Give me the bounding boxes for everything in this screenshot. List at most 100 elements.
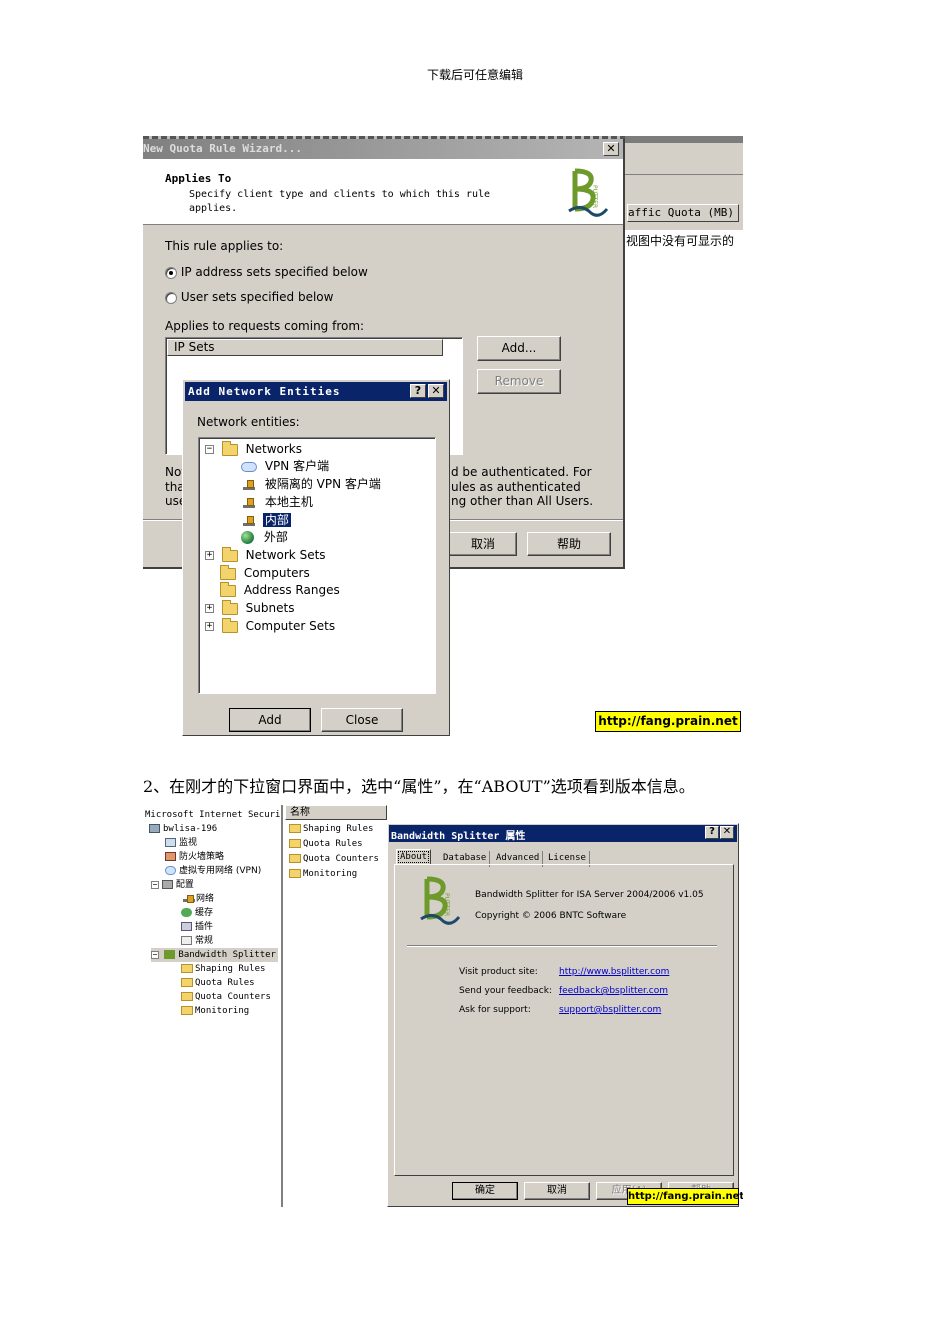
svg-text:PUTTER: PUTTER bbox=[443, 893, 450, 916]
collapse-icon[interactable]: − bbox=[205, 445, 214, 454]
add-button[interactable]: Add... bbox=[477, 336, 561, 361]
radio-ip-label: IP address sets specified below bbox=[180, 265, 368, 279]
support-link[interactable]: support@bsplitter.com bbox=[559, 1005, 661, 1015]
screenshot-1: affic Quota (MB) 视图中没有可显示的 视图中没有可显示的 New… bbox=[143, 136, 743, 736]
dialog-add-button[interactable]: Add bbox=[229, 708, 311, 732]
wizard-header: Applies To Specify client type and clien… bbox=[143, 159, 623, 225]
tree-general[interactable]: 常规 bbox=[181, 934, 213, 948]
list-item[interactable]: Shaping Rules bbox=[289, 822, 373, 836]
dialog-titlebar: Add Network Entities ? ✕ bbox=[185, 382, 447, 401]
tree-firewall-policy[interactable]: 防火墙策略 bbox=[165, 850, 224, 864]
network-icon bbox=[241, 515, 257, 527]
quota-column-header: affic Quota (MB) bbox=[627, 204, 739, 222]
tree-networks[interactable]: 网络 bbox=[181, 892, 214, 906]
about-tab-page: PUTTER Bandwidth Splitter for ISA Server… bbox=[394, 864, 734, 1176]
vpn-icon bbox=[165, 866, 176, 875]
tree-item-internal[interactable]: 内部 bbox=[241, 511, 292, 529]
tree-bandwidth-splitter[interactable]: − Bandwidth Splitter bbox=[151, 948, 278, 962]
name-column-header[interactable]: 名称 bbox=[285, 805, 387, 820]
tree-quota-counters[interactable]: Quota Counters bbox=[181, 990, 271, 1004]
tree-item-quarantined-vpn[interactable]: 被隔离的 VPN 客户端 bbox=[241, 475, 381, 493]
cancel-button[interactable]: 取消 bbox=[449, 532, 517, 556]
radio-user-sets[interactable]: User sets specified below bbox=[165, 290, 333, 304]
radio-user-label: User sets specified below bbox=[180, 290, 334, 304]
watermark-1: http://fang.prain.net bbox=[595, 711, 741, 732]
tree-shaping-rules[interactable]: Shaping Rules bbox=[181, 962, 265, 976]
help-icon[interactable]: ? bbox=[705, 826, 719, 839]
network-icon bbox=[241, 497, 257, 509]
tree-monitoring[interactable]: Monitoring bbox=[181, 1004, 249, 1018]
empty-view-text-visible: 视图中没有可显示的 bbox=[626, 234, 735, 248]
tree-item-external[interactable]: 外部 bbox=[241, 528, 288, 546]
expand-icon[interactable]: + bbox=[205, 604, 214, 613]
tree-item-computer-sets[interactable]: + Computer Sets bbox=[205, 617, 335, 635]
tree-item-address-ranges[interactable]: Address Ranges bbox=[220, 581, 340, 599]
close-icon[interactable]: ✕ bbox=[603, 142, 619, 156]
remove-button[interactable]: Remove bbox=[477, 369, 561, 394]
copyright-text: Copyright © 2006 BNTC Software bbox=[475, 911, 627, 921]
network-entities-tree[interactable]: − Networks VPN 客户端 被隔离的 VPN 客户端 本地主机 内部 bbox=[198, 437, 436, 694]
folder-icon bbox=[220, 581, 236, 597]
ok-button[interactable]: 确定 bbox=[452, 1182, 518, 1200]
close-icon[interactable]: ✕ bbox=[428, 384, 444, 398]
tree-item-vpn-clients[interactable]: VPN 客户端 bbox=[241, 457, 329, 475]
properties-titlebar: Bandwidth Splitter 属性 ? ✕ bbox=[389, 825, 737, 842]
support-label: Ask for support: bbox=[459, 1005, 531, 1015]
folder-icon bbox=[289, 839, 301, 848]
tab-about[interactable]: About bbox=[396, 849, 432, 865]
bsplitter-logo-icon: PUTTER bbox=[420, 876, 461, 925]
tree-item-network-sets[interactable]: + Network Sets bbox=[205, 546, 326, 564]
ip-sets-column-header[interactable]: IP Sets bbox=[167, 339, 443, 356]
add-network-entities-dialog: Add Network Entities ? ✕ Network entitie… bbox=[182, 379, 450, 736]
folder-icon bbox=[181, 964, 193, 973]
firewall-icon bbox=[165, 852, 176, 861]
radio-ip-sets[interactable]: IP address sets specified below bbox=[165, 265, 368, 279]
watermark-2: http://fang.prain.net bbox=[627, 1188, 743, 1205]
list-item[interactable]: Quota Counters bbox=[289, 852, 379, 866]
page-header-note: 下载后可任意编辑 bbox=[426, 68, 523, 82]
mmc-list-pane: 名称 Shaping Rules Quota Rules Quota Count… bbox=[285, 805, 387, 1207]
cancel-button[interactable]: 取消 bbox=[524, 1182, 590, 1200]
help-icon[interactable]: ? bbox=[410, 384, 426, 398]
tree-config[interactable]: − 配置 bbox=[151, 878, 194, 892]
tree-monitor[interactable]: 监视 bbox=[165, 836, 197, 850]
help-button[interactable]: 帮助 bbox=[527, 532, 611, 556]
expand-icon[interactable]: + bbox=[205, 551, 214, 560]
open-folder-icon bbox=[221, 440, 238, 456]
tree-item-computers[interactable]: Computers bbox=[220, 564, 310, 582]
folder-icon bbox=[289, 824, 301, 833]
product-site-link[interactable]: http://www.bsplitter.com bbox=[559, 967, 669, 977]
tree-root[interactable]: Microsoft Internet Securi bbox=[145, 808, 280, 822]
bsplitter-icon bbox=[164, 950, 176, 959]
tree-item-networks[interactable]: − Networks bbox=[205, 440, 302, 458]
monitor-icon bbox=[165, 838, 176, 847]
collapse-icon[interactable]: − bbox=[151, 950, 159, 959]
list-item[interactable]: Quota Rules bbox=[289, 837, 363, 851]
tree-server[interactable]: bwlisa-196 bbox=[149, 822, 217, 836]
collapse-icon[interactable]: − bbox=[151, 880, 159, 889]
tree-addins[interactable]: 插件 bbox=[181, 920, 213, 934]
product-name: Bandwidth Splitter for ISA Server 2004/2… bbox=[475, 890, 704, 900]
tree-quota-rules[interactable]: Quota Rules bbox=[181, 976, 255, 990]
tree-item-localhost[interactable]: 本地主机 bbox=[241, 493, 313, 511]
tree-vpn[interactable]: 虚拟专用网络 (VPN) bbox=[165, 864, 261, 878]
close-icon[interactable]: ✕ bbox=[720, 826, 734, 839]
dialog-close-button[interactable]: Close bbox=[321, 708, 403, 732]
dialog-title: Add Network Entities bbox=[188, 385, 341, 398]
folder-icon bbox=[221, 546, 238, 562]
tree-item-subnets[interactable]: + Subnets bbox=[205, 599, 294, 617]
folder-icon bbox=[181, 978, 193, 987]
applies-label: This rule applies to: bbox=[165, 239, 284, 253]
tab-strip: About Database Advanced License bbox=[396, 849, 736, 867]
expand-icon[interactable]: + bbox=[205, 622, 214, 631]
globe-icon bbox=[241, 531, 254, 544]
tree-cache[interactable]: 缓存 bbox=[181, 906, 213, 920]
folder-icon bbox=[289, 869, 301, 878]
note-right: d be authenticated. For ules as authenti… bbox=[451, 465, 594, 508]
feedback-link[interactable]: feedback@bsplitter.com bbox=[559, 986, 668, 996]
bsplitter-logo-icon: PUTTER bbox=[568, 168, 609, 217]
list-item[interactable]: Monitoring bbox=[289, 867, 357, 881]
folder-icon bbox=[220, 564, 236, 580]
network-icon bbox=[241, 479, 257, 491]
general-icon bbox=[181, 936, 192, 945]
